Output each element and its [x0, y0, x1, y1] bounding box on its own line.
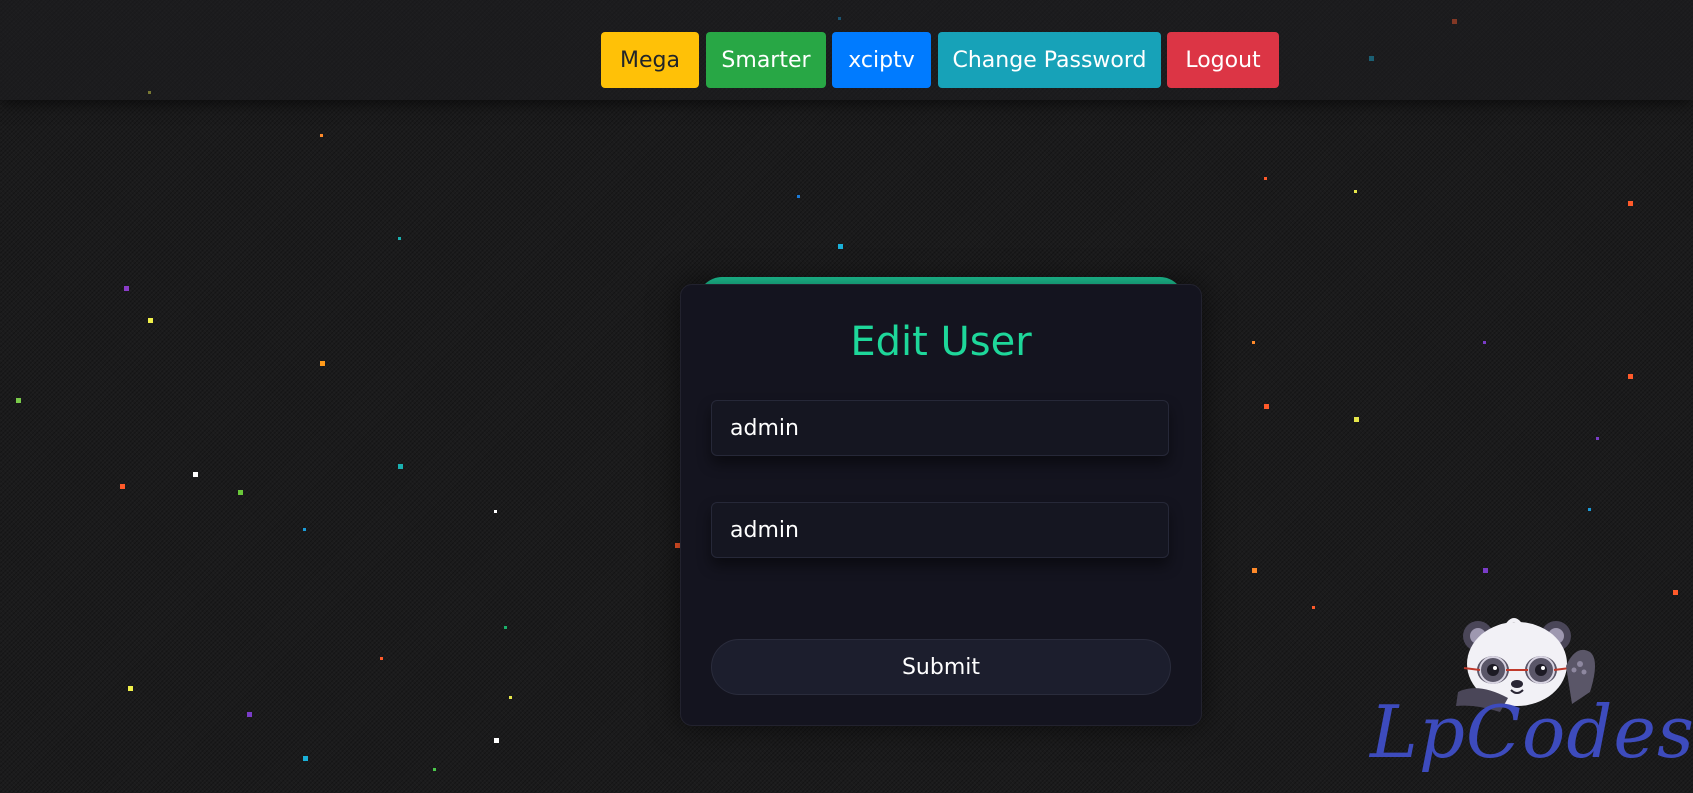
particle	[797, 195, 800, 198]
particle	[1673, 590, 1678, 595]
particle	[1264, 404, 1269, 409]
particle	[124, 286, 129, 291]
particle	[1264, 177, 1267, 180]
particle	[303, 528, 306, 531]
xciptv-button[interactable]: xciptv	[832, 32, 931, 88]
particle	[494, 738, 499, 743]
page-background: Mega Smarter xciptv Change Password Logo…	[0, 0, 1693, 793]
particle	[1588, 508, 1591, 511]
particle	[1252, 568, 1257, 573]
particle	[1354, 417, 1359, 422]
particle	[1354, 190, 1357, 193]
particle	[16, 398, 21, 403]
username-input[interactable]	[711, 400, 1169, 456]
particle	[247, 712, 252, 717]
submit-button[interactable]: Submit	[711, 639, 1171, 695]
particle	[1312, 606, 1315, 609]
mega-button[interactable]: Mega	[601, 32, 699, 88]
particle	[398, 464, 403, 469]
particle	[380, 657, 383, 660]
particle	[238, 490, 243, 495]
particle	[1252, 341, 1255, 344]
edit-user-card: Edit User Submit	[680, 284, 1202, 726]
logout-button[interactable]: Logout	[1167, 32, 1279, 88]
particle	[148, 318, 153, 323]
change-password-button[interactable]: Change Password	[938, 32, 1161, 88]
lpcodes-logo: LpCodes	[1360, 612, 1693, 788]
particle	[120, 484, 125, 489]
particle	[433, 768, 436, 771]
particle	[193, 472, 198, 477]
card-title: Edit User	[850, 319, 1032, 365]
particle	[1628, 201, 1633, 206]
particle	[320, 134, 323, 137]
particle	[320, 361, 325, 366]
particle	[128, 686, 133, 691]
particle	[509, 696, 512, 699]
smarter-button[interactable]: Smarter	[706, 32, 826, 88]
particle	[504, 626, 507, 629]
particle	[303, 756, 308, 761]
particle	[838, 244, 843, 249]
particle	[1596, 437, 1599, 440]
particle	[1628, 374, 1633, 379]
particle	[1483, 568, 1488, 573]
top-nav-bar: Mega Smarter xciptv Change Password Logo…	[0, 0, 1693, 100]
particle	[494, 510, 497, 513]
password-input[interactable]	[711, 502, 1169, 558]
logo-text: LpCodes	[1370, 690, 1693, 774]
particle	[398, 237, 401, 240]
particle	[1483, 341, 1486, 344]
